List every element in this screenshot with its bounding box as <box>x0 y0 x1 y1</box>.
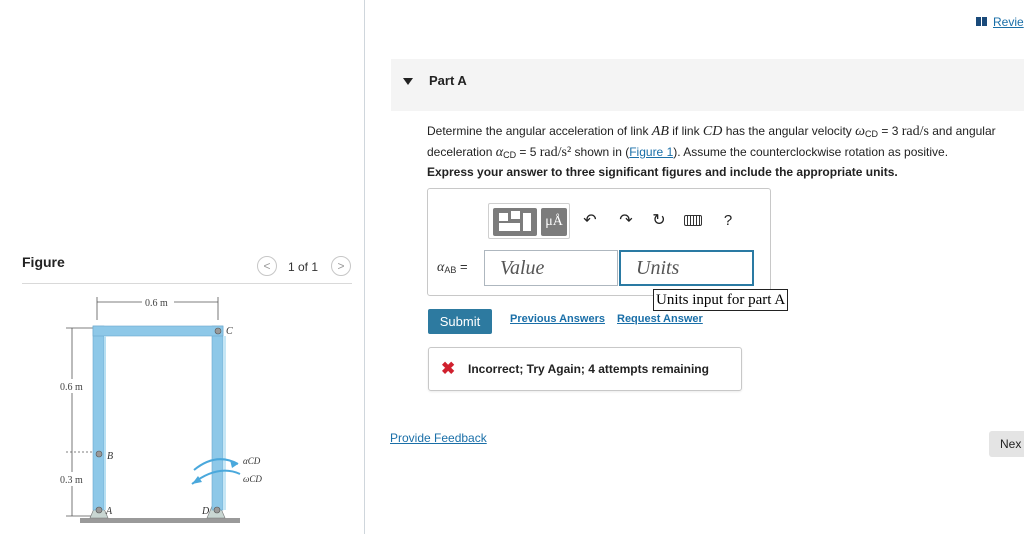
point-b-label: B <box>107 451 113 462</box>
math-alpha: α <box>495 145 504 160</box>
instruction-text: Express your answer to three significant… <box>427 165 898 179</box>
template-icon <box>523 213 531 231</box>
template-icon <box>511 211 520 219</box>
provide-feedback-link[interactable]: Provide Feedback <box>390 431 487 445</box>
figure-diagram: 0.6 m 0.6 m 0.3 m A B C D αCD ωCD <box>58 295 262 523</box>
math-alpha-sub: CD <box>503 150 517 160</box>
figure-counter: 1 of 1 <box>288 260 319 274</box>
template-icon <box>499 213 508 221</box>
review-icon <box>976 17 987 26</box>
previous-answers-link[interactable]: Previous Answers <box>510 313 605 325</box>
alpha-cd-label: αCD <box>243 456 261 466</box>
feedback-box: ✖ Incorrect; Try Again; 4 attempts remai… <box>428 347 742 391</box>
undo-icon[interactable]: ↶ <box>579 211 601 231</box>
problem-statement: Determine the angular acceleration of li… <box>427 122 1024 164</box>
units-tooltip: Units input for part A <box>653 289 789 311</box>
problem-text-3: has the angular velocity <box>722 124 856 138</box>
problem-line-1: Determine the angular acceleration of li… <box>427 122 1024 143</box>
templates-button[interactable] <box>493 208 537 236</box>
figure-title: Figure <box>22 254 65 270</box>
math-omega: ω <box>855 124 866 139</box>
value-input[interactable]: Value <box>484 250 618 286</box>
dim-top-label: 0.6 m <box>145 298 168 309</box>
problem-text-5: and angular <box>928 124 996 138</box>
help-icon[interactable]: ? <box>717 211 739 231</box>
point-c-label: C <box>226 326 233 337</box>
var-equals: = <box>460 259 468 274</box>
figure-header: Figure < 1 of 1 > <box>22 252 352 284</box>
unit-rads: rad/s <box>901 124 929 139</box>
submit-button[interactable]: Submit <box>428 309 492 334</box>
problem-text-2: if link <box>668 124 703 138</box>
error-x-icon: ✖ <box>441 359 456 378</box>
omega-cd-label: ωCD <box>243 474 262 484</box>
answer-variable-label: αAB = <box>437 259 468 276</box>
dim-left-lower-label: 0.3 m <box>60 475 83 486</box>
redo-icon[interactable]: ↷ <box>615 211 637 231</box>
point-a-label: A <box>105 506 113 517</box>
review-link[interactable]: Revie <box>976 15 1024 29</box>
unit-rads2: rad/s² <box>539 145 572 160</box>
math-toolbar: μÅ ↶ ↷ ↻ ? <box>488 203 746 239</box>
figure-1-link[interactable]: Figure 1 <box>629 145 673 159</box>
toolbar-group: μÅ <box>488 203 570 239</box>
reset-icon[interactable]: ↻ <box>648 211 670 231</box>
figure-panel: Figure < 1 of 1 > 0.6 m 0.6 m 0.3 m A B … <box>0 0 365 534</box>
problem-text-8: shown in ( <box>571 145 630 159</box>
problem-line-2: deceleration αCD = 5 rad/s² shown in (Fi… <box>427 143 1024 164</box>
prev-figure-button[interactable]: < <box>257 256 277 276</box>
units-button[interactable]: μÅ <box>541 208 567 236</box>
problem-text-7: = 5 <box>516 145 540 159</box>
feedback-message: Incorrect; Try Again; 4 attempts remaini… <box>468 362 709 376</box>
next-figure-button[interactable]: > <box>331 256 351 276</box>
next-button[interactable]: Nex <box>989 431 1024 457</box>
keyboard-icon[interactable] <box>684 215 702 226</box>
problem-text-6: deceleration <box>427 145 496 159</box>
template-icon <box>499 223 520 231</box>
math-omega-sub: CD <box>865 129 879 139</box>
part-title: Part A <box>429 73 467 88</box>
caret-down-icon[interactable] <box>403 78 413 85</box>
var-alpha-sub: AB <box>444 265 457 275</box>
review-label: Revie <box>993 15 1024 29</box>
units-input[interactable]: Units <box>619 250 754 286</box>
dim-left-upper-label: 0.6 m <box>60 382 83 393</box>
math-ab: AB <box>651 124 669 139</box>
problem-text-9: ). Assume the counterclockwise rotation … <box>673 145 949 159</box>
problem-text-1: Determine the angular acceleration of li… <box>427 124 652 138</box>
problem-text-4: = 3 <box>878 124 902 138</box>
request-answer-link[interactable]: Request Answer <box>617 313 703 325</box>
part-header[interactable]: Part A <box>391 59 1024 111</box>
math-cd: CD <box>702 124 723 139</box>
point-d-label: D <box>201 506 210 517</box>
